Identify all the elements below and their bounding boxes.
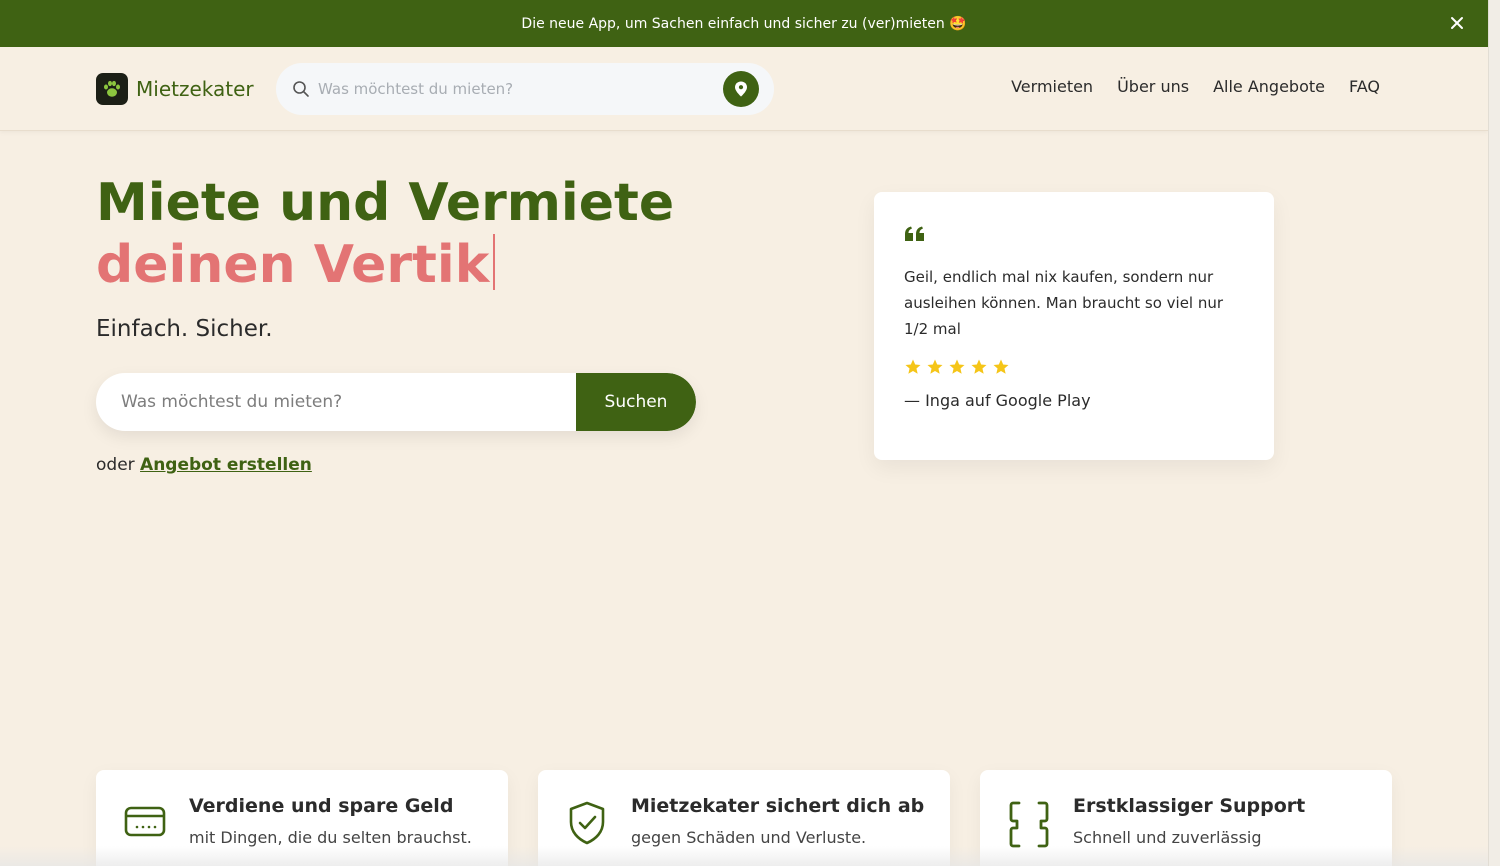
page-scrollbar[interactable] <box>1488 0 1500 866</box>
feature-title: Mietzekater sichert dich ab <box>631 795 925 817</box>
phone-support-icon <box>1008 800 1050 854</box>
close-icon[interactable] <box>1448 14 1466 32</box>
star-icon <box>971 359 987 374</box>
hero-subtitle: Einfach. Sicher. <box>96 316 273 342</box>
nav-item-faq[interactable]: FAQ <box>1349 77 1380 96</box>
search-icon <box>292 80 310 102</box>
testimonial-quote: Geil, endlich mal nix kaufen, sondern nu… <box>904 268 1224 338</box>
star-icon <box>993 359 1009 374</box>
site-header: Mietzekater Vermieten Über uns Alle Ange… <box>0 47 1488 131</box>
hero-search-bar: Suchen <box>96 373 696 431</box>
feature-title: Erstklassiger Support <box>1073 795 1306 817</box>
testimonial-card: Geil, endlich mal nix kaufen, sondern nu… <box>874 192 1274 460</box>
logo-link[interactable]: Mietzekater <box>96 73 254 105</box>
hero-title: Miete und Vermiete deinen Vertik <box>96 172 674 296</box>
map-pin-icon <box>735 81 747 97</box>
feature-title: Verdiene und spare Geld <box>189 795 454 817</box>
feature-description: gegen Schäden und Verluste. <box>631 828 867 847</box>
hero-search-input[interactable] <box>121 387 561 417</box>
header-search-bar <box>276 63 774 115</box>
main-nav: Vermieten Über uns Alle Angebote FAQ <box>1011 77 1380 96</box>
nav-item-alle-angebote[interactable]: Alle Angebote <box>1213 77 1325 96</box>
announcement-text: Die neue App, um Sachen einfach und sich… <box>521 15 967 32</box>
logo-text: Mietzekater <box>136 77 254 101</box>
location-button[interactable] <box>723 71 759 107</box>
shield-check-icon <box>566 800 608 850</box>
create-offer-link[interactable]: Angebot erstellen <box>140 455 312 475</box>
credit-card-icon <box>124 800 166 846</box>
star-icon <box>905 359 921 374</box>
header-search-input[interactable] <box>318 75 708 103</box>
star-icon <box>949 359 965 374</box>
nav-item-vermieten[interactable]: Vermieten <box>1011 77 1093 96</box>
feature-description: Schnell und zuverlässig <box>1073 828 1262 847</box>
hero-title-line2: deinen Vertik <box>96 235 490 295</box>
hero-title-line1: Miete und Vermiete <box>96 173 675 233</box>
testimonial-author: — Inga auf Google Play <box>904 391 1091 410</box>
feature-description: mit Dingen, die du selten brauchst. <box>189 828 472 847</box>
announcement-bar: Die neue App, um Sachen einfach und sich… <box>0 0 1488 47</box>
create-offer-line: oder Angebot erstellen <box>96 455 312 475</box>
nav-item-ueber-uns[interactable]: Über uns <box>1117 77 1189 96</box>
search-button[interactable]: Suchen <box>576 373 696 431</box>
feature-card-support: Erstklassiger Support Schnell und zuverl… <box>980 770 1392 866</box>
feature-card-insurance: Mietzekater sichert dich ab gegen Schäde… <box>538 770 950 866</box>
or-text: oder <box>96 455 135 475</box>
feature-card-earn: Verdiene und spare Geld mit Dingen, die … <box>96 770 508 866</box>
typing-caret <box>493 234 496 290</box>
star-icon <box>927 359 943 374</box>
rating-stars <box>904 358 1010 376</box>
quote-icon <box>904 226 926 246</box>
paw-icon <box>96 73 128 105</box>
